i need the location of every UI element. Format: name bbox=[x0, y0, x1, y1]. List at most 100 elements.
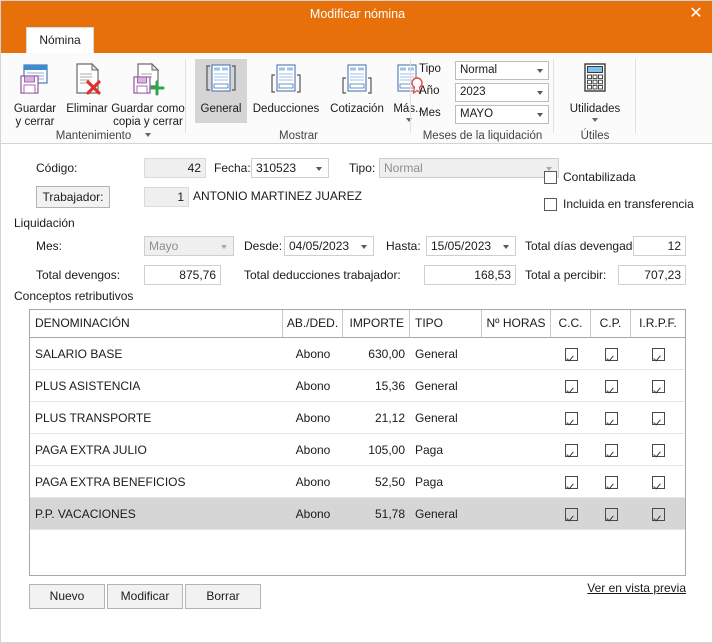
fecha-input[interactable]: 310523 bbox=[251, 158, 329, 178]
ribbon-anio-label: Año bbox=[419, 85, 440, 97]
cell-cc-checkbox[interactable] bbox=[551, 466, 591, 498]
column-header-denominacion[interactable]: DENOMINACIÓN bbox=[30, 310, 283, 337]
cell-cc-checkbox[interactable] bbox=[551, 498, 591, 530]
total-percibir-value[interactable]: 707,23 bbox=[618, 265, 686, 285]
conceptos-section-label: Conceptos retributivos bbox=[14, 289, 134, 303]
cell-irpf-checkbox[interactable] bbox=[631, 370, 685, 402]
checkbox-checked-icon[interactable] bbox=[564, 508, 578, 522]
checkbox-checked-icon[interactable] bbox=[604, 348, 618, 362]
close-icon[interactable]: ✕ bbox=[682, 2, 710, 26]
checkbox-checked-icon[interactable] bbox=[564, 476, 578, 490]
column-header-irpf[interactable]: I.R.P.F. bbox=[631, 310, 685, 337]
total-dias-value[interactable]: 12 bbox=[633, 236, 686, 256]
checkbox-checked-icon[interactable] bbox=[604, 444, 618, 458]
ribbon-tipo-label: Tipo bbox=[419, 63, 441, 75]
column-header-cp[interactable]: C.P. bbox=[591, 310, 631, 337]
guardar-como-copia-button[interactable]: Guardar como copia y cerrar bbox=[111, 59, 185, 137]
cell-denominacion: SALARIO BASE bbox=[35, 347, 123, 361]
checkbox-checked-icon[interactable] bbox=[564, 348, 578, 362]
cell-irpf-checkbox[interactable] bbox=[631, 498, 685, 530]
table-row[interactable]: P.P. VACACIONES Abono 51,78 General bbox=[30, 498, 685, 530]
cell-cc-checkbox[interactable] bbox=[551, 370, 591, 402]
utilidades-button[interactable]: Utilidades bbox=[562, 59, 628, 123]
checkbox-checked-icon[interactable] bbox=[651, 412, 665, 426]
chevron-down-icon[interactable] bbox=[361, 245, 367, 249]
checkbox-checked-icon[interactable] bbox=[651, 476, 665, 490]
general-button[interactable]: General bbox=[195, 59, 247, 123]
guardar-y-cerrar-button[interactable]: Guardar y cerrar bbox=[7, 59, 63, 128]
ribbon-anio-field: Año 2023 bbox=[419, 83, 549, 102]
table-row[interactable]: PAGA EXTRA JULIO Abono 105,00 Paga bbox=[30, 434, 685, 466]
checkbox-checked-icon[interactable] bbox=[604, 508, 618, 522]
ver-vista-previa-link[interactable]: Ver en vista previa bbox=[587, 581, 686, 595]
checkbox-checked-icon[interactable] bbox=[604, 412, 618, 426]
grid-body: SALARIO BASE Abono 630,00 General PLUS ASIST… bbox=[30, 338, 685, 530]
cell-tipo: Paga bbox=[415, 475, 444, 489]
eliminar-button[interactable]: Eliminar bbox=[63, 59, 111, 123]
checkbox-checked-icon[interactable] bbox=[604, 476, 618, 490]
chevron-down-icon[interactable] bbox=[537, 69, 543, 73]
cell-cc-checkbox[interactable] bbox=[551, 434, 591, 466]
deducciones-label: Deducciones bbox=[252, 103, 320, 115]
column-header-cc[interactable]: C.C. bbox=[551, 310, 591, 337]
cell-cc-checkbox[interactable] bbox=[551, 338, 591, 370]
checkbox-checked-icon[interactable] bbox=[651, 444, 665, 458]
cell-cp-checkbox[interactable] bbox=[591, 434, 631, 466]
table-row[interactable]: PLUS TRANSPORTE Abono 21,12 General bbox=[30, 402, 685, 434]
column-header-abded[interactable]: AB./DED. bbox=[283, 310, 343, 337]
table-row[interactable]: SALARIO BASE Abono 630,00 General bbox=[30, 338, 685, 370]
column-header-horas[interactable]: Nº HORAS bbox=[482, 310, 551, 337]
checkbox-checked-icon[interactable] bbox=[564, 412, 578, 426]
cell-cp-checkbox[interactable] bbox=[591, 338, 631, 370]
chevron-down-icon[interactable] bbox=[316, 167, 322, 171]
cell-cp-checkbox[interactable] bbox=[591, 402, 631, 434]
total-devengos-value[interactable]: 875,76 bbox=[144, 265, 221, 285]
checkbox-checked-icon[interactable] bbox=[651, 508, 665, 522]
cell-tipo: General bbox=[415, 379, 458, 393]
trabajador-button[interactable]: Trabajador: bbox=[36, 186, 110, 208]
deducciones-button[interactable]: Deducciones bbox=[248, 59, 324, 123]
cell-irpf-checkbox[interactable] bbox=[631, 466, 685, 498]
cell-cp-checkbox[interactable] bbox=[591, 466, 631, 498]
codigo-value: 42 bbox=[144, 158, 206, 178]
cell-importe: 52,50 bbox=[374, 475, 405, 489]
desde-input[interactable]: 04/05/2023 bbox=[284, 236, 374, 256]
cell-irpf-checkbox[interactable] bbox=[631, 434, 685, 466]
cell-cp-checkbox[interactable] bbox=[591, 370, 631, 402]
ribbon-tipo-combo[interactable]: Normal bbox=[455, 61, 549, 80]
ribbon-anio-combo[interactable]: 2023 bbox=[455, 83, 549, 102]
checkbox-checked-icon[interactable] bbox=[564, 444, 578, 458]
table-row[interactable]: PAGA EXTRA BENEFICIOS Abono 52,50 Paga bbox=[30, 466, 685, 498]
guardar-como-copia-text: copia y cerrar bbox=[113, 116, 183, 128]
tab-strip: Nómina bbox=[1, 27, 712, 53]
save-and-close-icon bbox=[18, 62, 52, 99]
chevron-down-icon[interactable] bbox=[591, 118, 598, 122]
cell-importe: 630,00 bbox=[368, 347, 405, 361]
general-report-icon bbox=[204, 62, 238, 99]
checkbox-checked-icon[interactable] bbox=[604, 380, 618, 394]
modificar-button[interactable]: Modificar bbox=[107, 584, 183, 609]
cell-cp-checkbox[interactable] bbox=[591, 498, 631, 530]
cell-irpf-checkbox[interactable] bbox=[631, 402, 685, 434]
checkbox-checked-icon[interactable] bbox=[651, 348, 665, 362]
checkbox-checked-icon[interactable] bbox=[564, 380, 578, 394]
ribbon-mes-combo[interactable]: MAYO bbox=[455, 105, 549, 124]
total-deducciones-value[interactable]: 168,53 bbox=[424, 265, 516, 285]
cotizacion-button[interactable]: Cotización bbox=[324, 59, 390, 123]
contabilizada-checkbox[interactable] bbox=[544, 171, 557, 184]
transferencia-checkbox[interactable] bbox=[544, 198, 557, 211]
chevron-down-icon[interactable] bbox=[537, 113, 543, 117]
checkbox-checked-icon[interactable] bbox=[651, 380, 665, 394]
table-row[interactable]: PLUS ASISTENCIA Abono 15,36 General bbox=[30, 370, 685, 402]
borrar-button[interactable]: Borrar bbox=[185, 584, 261, 609]
chevron-down-icon[interactable] bbox=[537, 91, 543, 95]
column-header-importe[interactable]: IMPORTE bbox=[343, 310, 410, 337]
trabajador-code: 1 bbox=[144, 187, 189, 207]
chevron-down-icon[interactable] bbox=[503, 245, 509, 249]
hasta-input[interactable]: 15/05/2023 bbox=[426, 236, 516, 256]
tab-nomina[interactable]: Nómina bbox=[26, 27, 94, 53]
cell-irpf-checkbox[interactable] bbox=[631, 338, 685, 370]
nuevo-button[interactable]: Nuevo bbox=[29, 584, 105, 609]
cell-cc-checkbox[interactable] bbox=[551, 402, 591, 434]
column-header-tipo[interactable]: TIPO bbox=[410, 310, 482, 337]
